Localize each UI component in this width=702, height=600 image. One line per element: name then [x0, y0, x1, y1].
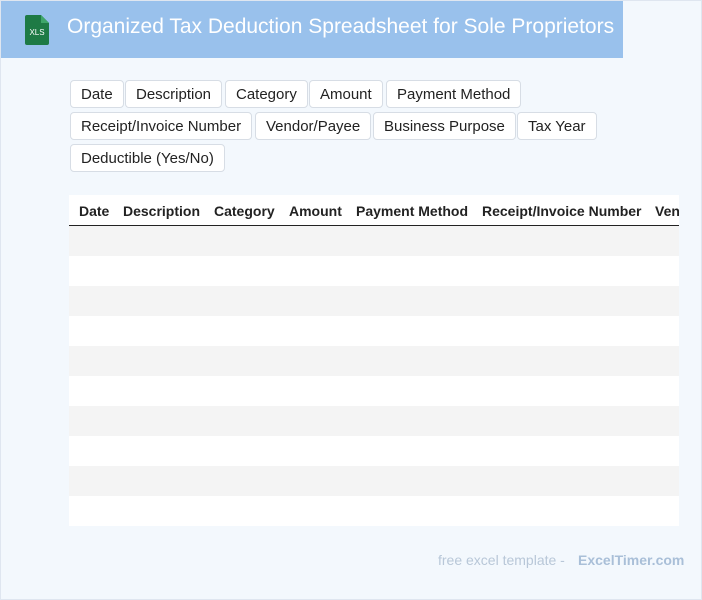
column-header-date[interactable]: Date	[79, 203, 109, 219]
chip-business-purpose[interactable]: Business Purpose	[373, 112, 516, 140]
table-row[interactable]	[69, 316, 679, 346]
column-header-category[interactable]: Category	[214, 203, 275, 219]
column-header-description[interactable]: Description	[123, 203, 200, 219]
column-header-receipt-invoice-number[interactable]: Receipt/Invoice Number	[482, 203, 642, 219]
table-row[interactable]	[69, 466, 679, 496]
table-row[interactable]	[69, 496, 679, 526]
column-header-vendor-payee[interactable]: Ven	[655, 203, 679, 219]
table-row[interactable]	[69, 256, 679, 286]
chip-receipt-invoice-number[interactable]: Receipt/Invoice Number	[70, 112, 253, 140]
column-header-amount[interactable]: Amount	[289, 203, 342, 219]
header-banner: XLS Organized Tax Deduction Spreadsheet …	[1, 1, 623, 58]
table-row[interactable]	[69, 346, 679, 376]
table-row[interactable]	[69, 226, 679, 256]
chip-deductible[interactable]: Deductible (Yes/No)	[70, 144, 225, 172]
chip-description[interactable]: Description	[125, 80, 223, 108]
svg-text:XLS: XLS	[29, 28, 44, 37]
chip-vendor-payee[interactable]: Vendor/Payee	[255, 112, 372, 140]
table-row[interactable]	[69, 376, 679, 406]
chip-amount[interactable]: Amount	[309, 80, 383, 108]
table-row[interactable]	[69, 436, 679, 466]
page-title: Organized Tax Deduction Spreadsheet for …	[67, 15, 615, 38]
chip-payment-method[interactable]: Payment Method	[386, 80, 522, 108]
chip-tax-year[interactable]: Tax Year	[517, 112, 597, 140]
chip-date[interactable]: Date	[70, 80, 124, 108]
page-frame: XLS Organized Tax Deduction Spreadsheet …	[0, 0, 702, 600]
deduction-table: Date Description Category Amount Payment…	[69, 195, 679, 526]
table-row[interactable]	[69, 406, 679, 436]
table-row[interactable]	[69, 286, 679, 316]
chip-category[interactable]: Category	[225, 80, 308, 108]
footer-brand-link[interactable]: ExcelTimer.com	[578, 552, 684, 568]
footer-text: free excel template -	[438, 552, 565, 568]
column-header-payment-method[interactable]: Payment Method	[356, 203, 468, 219]
table-header: Date Description Category Amount Payment…	[69, 195, 679, 226]
xls-file-icon: XLS	[23, 15, 51, 45]
